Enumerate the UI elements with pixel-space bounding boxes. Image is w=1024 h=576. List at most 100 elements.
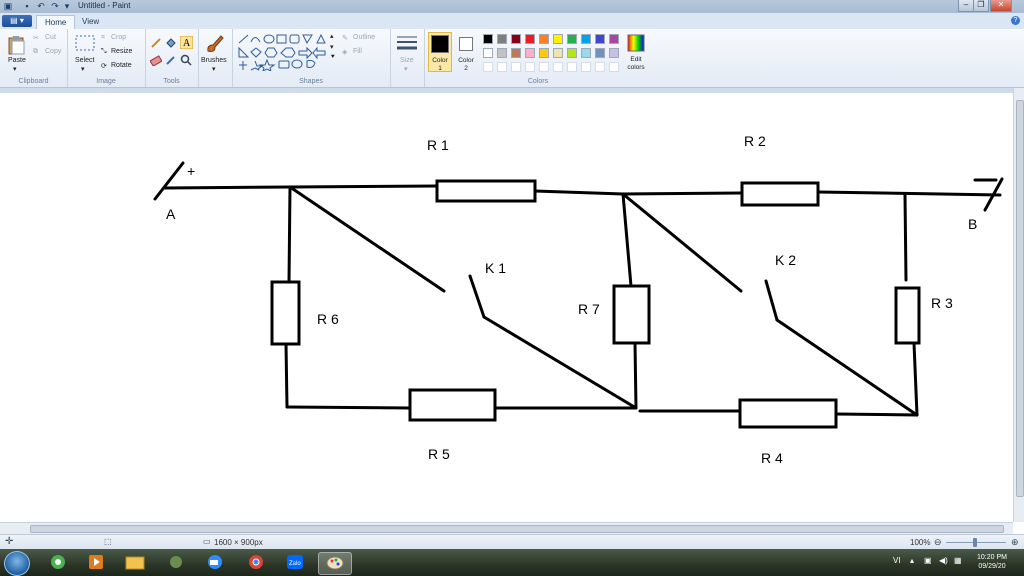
- palette-swatch[interactable]: [497, 62, 507, 72]
- zoom-in-icon[interactable]: ⊕: [1011, 537, 1019, 548]
- copy-button[interactable]: Copy: [45, 48, 61, 55]
- palette-swatch[interactable]: [581, 34, 591, 44]
- size-icon[interactable]: [397, 35, 417, 51]
- select-icon[interactable]: [75, 35, 95, 53]
- taskbar-chrome-icon[interactable]: [240, 552, 272, 573]
- eraser-icon[interactable]: [150, 54, 162, 66]
- volume-icon[interactable]: ◀): [939, 556, 948, 565]
- palette-swatch[interactable]: [567, 34, 577, 44]
- rotate-button[interactable]: Rotate: [111, 62, 132, 69]
- palette-swatch[interactable]: [525, 34, 535, 44]
- taskbar-app-icon[interactable]: [160, 552, 192, 573]
- color-picker-icon[interactable]: [165, 54, 177, 66]
- palette-swatch[interactable]: [483, 48, 493, 58]
- brushes-button[interactable]: Brushes: [201, 57, 227, 64]
- undo-icon[interactable]: ↶: [36, 1, 46, 11]
- palette-swatch[interactable]: [553, 34, 563, 44]
- help-icon[interactable]: ?: [1011, 16, 1020, 25]
- shapes-scroll-down-icon[interactable]: ▾: [330, 43, 334, 51]
- palette-swatch[interactable]: [539, 34, 549, 44]
- drawing-canvas[interactable]: + A B R 1 R 2 R 3 R 4 R 5 R 6 R 7 K 1 K …: [0, 93, 1013, 522]
- tab-view[interactable]: View: [74, 15, 107, 29]
- shapes-gallery[interactable]: [237, 33, 333, 71]
- zoom-slider-thumb[interactable]: [973, 538, 977, 547]
- brushes-dropdown-icon[interactable]: ▾: [212, 65, 216, 73]
- taskbar-zalo-icon[interactable]: Zalo: [279, 552, 311, 573]
- system-clock[interactable]: 10:20 PM 09/29/20: [968, 553, 1016, 571]
- taskbar-paint-icon[interactable]: [318, 552, 352, 575]
- cut-icon[interactable]: ✂: [33, 34, 39, 42]
- palette-swatch[interactable]: [595, 48, 605, 58]
- palette-swatch[interactable]: [525, 62, 535, 72]
- taskbar-zoom-icon[interactable]: [199, 552, 231, 573]
- maximize-button[interactable]: ❐: [973, 0, 989, 12]
- palette-swatch[interactable]: [539, 48, 549, 58]
- palette-swatch[interactable]: [609, 34, 619, 44]
- outline-button[interactable]: Outline: [353, 34, 375, 41]
- text-tool-icon[interactable]: A: [180, 36, 193, 49]
- save-icon[interactable]: ▪: [22, 1, 32, 11]
- minimize-button[interactable]: –: [958, 0, 974, 12]
- paint-app-icon[interactable]: ▣: [3, 1, 13, 11]
- palette-swatch[interactable]: [581, 62, 591, 72]
- palette-swatch[interactable]: [511, 34, 521, 44]
- edit-colors-button[interactable]: Edit colors: [624, 56, 648, 72]
- size-dropdown-icon[interactable]: ▾: [404, 65, 408, 73]
- redo-icon[interactable]: ↷: [50, 1, 60, 11]
- taskbar-file-explorer-icon[interactable]: [119, 552, 151, 573]
- show-hidden-icons-icon[interactable]: ▴: [910, 556, 914, 565]
- vertical-scroll-thumb[interactable]: [1016, 100, 1024, 497]
- horizontal-scrollbar[interactable]: [0, 522, 1013, 534]
- palette-swatch[interactable]: [511, 48, 521, 58]
- color2-swatch[interactable]: [459, 37, 473, 51]
- magnifier-icon[interactable]: [180, 54, 192, 66]
- palette-swatch[interactable]: [483, 34, 493, 44]
- fill-button[interactable]: Fill: [353, 48, 362, 55]
- file-menu-button[interactable]: ▤ ▾: [2, 15, 32, 27]
- palette-swatch[interactable]: [553, 48, 563, 58]
- rotate-icon[interactable]: ⟳: [101, 62, 107, 70]
- tray-device-icon[interactable]: ▣: [924, 556, 932, 565]
- taskbar-media-player-icon[interactable]: [80, 552, 112, 573]
- copy-icon[interactable]: ⧉: [33, 48, 38, 56]
- resize-button[interactable]: Resize: [111, 48, 132, 55]
- size-button[interactable]: Size: [400, 57, 414, 64]
- shapes-scroll-up-icon[interactable]: ▴: [330, 32, 334, 40]
- close-button[interactable]: ✕: [990, 0, 1012, 12]
- quick-access-dropdown-icon[interactable]: ▾: [62, 1, 72, 11]
- color2-button[interactable]: Color 2: [458, 57, 474, 73]
- select-dropdown-icon[interactable]: ▾: [81, 65, 85, 73]
- color1-button[interactable]: Color 1: [432, 57, 448, 73]
- palette-swatch[interactable]: [567, 62, 577, 72]
- palette-swatch[interactable]: [567, 48, 577, 58]
- vertical-scrollbar[interactable]: [1013, 88, 1024, 522]
- select-button[interactable]: Select: [75, 57, 94, 64]
- paste-dropdown-icon[interactable]: ▾: [13, 65, 17, 73]
- taskbar-chrome-alt-icon[interactable]: [42, 552, 74, 573]
- language-indicator[interactable]: VI: [893, 556, 901, 565]
- palette-swatch[interactable]: [483, 62, 493, 72]
- outline-icon[interactable]: ✎: [342, 34, 348, 42]
- palette-swatch[interactable]: [553, 62, 563, 72]
- fill-icon[interactable]: ◈: [342, 48, 347, 56]
- color1-swatch[interactable]: [431, 35, 449, 53]
- tab-home[interactable]: Home: [36, 15, 76, 30]
- paste-button[interactable]: Paste: [8, 57, 26, 64]
- resize-icon[interactable]: ⤡: [101, 48, 107, 56]
- palette-swatch[interactable]: [539, 62, 549, 72]
- palette-swatch[interactable]: [581, 48, 591, 58]
- crop-icon[interactable]: ⌗: [101, 34, 105, 42]
- paste-icon[interactable]: [8, 35, 26, 55]
- brush-icon[interactable]: [205, 33, 225, 55]
- network-icon[interactable]: ▦: [954, 556, 962, 565]
- palette-swatch[interactable]: [497, 34, 507, 44]
- crop-button[interactable]: Crop: [111, 34, 126, 41]
- palette-swatch[interactable]: [609, 62, 619, 72]
- start-button[interactable]: [4, 551, 30, 576]
- edit-colors-icon[interactable]: [627, 34, 645, 52]
- palette-swatch[interactable]: [609, 48, 619, 58]
- palette-swatch[interactable]: [497, 48, 507, 58]
- horizontal-scroll-thumb[interactable]: [30, 525, 1004, 533]
- palette-swatch[interactable]: [595, 34, 605, 44]
- palette-swatch[interactable]: [595, 62, 605, 72]
